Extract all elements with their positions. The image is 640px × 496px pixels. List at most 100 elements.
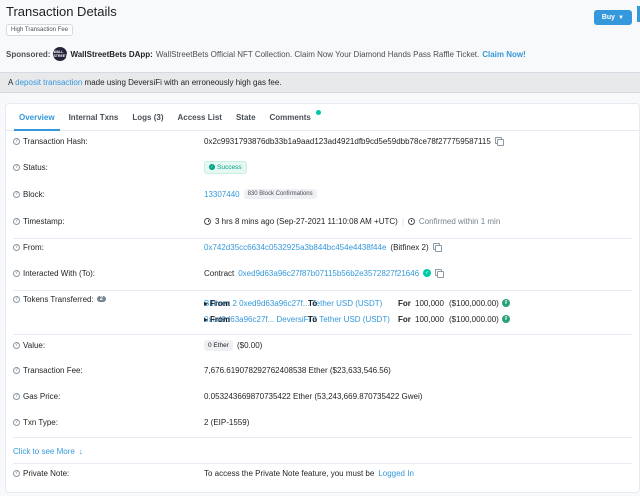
tab-logs[interactable]: Logs (3)	[125, 104, 170, 130]
help-icon[interactable]: ?	[13, 295, 20, 303]
help-icon[interactable]: ?	[13, 341, 20, 349]
sponsor-logo: WALL STREET	[53, 47, 68, 61]
divider	[13, 238, 632, 239]
from-label: From:	[23, 242, 44, 252]
help-icon[interactable]: ?	[13, 243, 20, 251]
to-word: To	[308, 299, 318, 308]
gas-value: 0.053243669870735422 Ether (53,243,669.8…	[204, 391, 423, 401]
sponsor-name: WallStreetBets DApp:	[70, 49, 153, 59]
tab-state[interactable]: State	[229, 104, 263, 130]
token-usd: ($100,000.00)	[449, 299, 499, 308]
fee-label: Transaction Fee:	[23, 365, 83, 375]
type-label: Txn Type:	[23, 417, 58, 427]
separator: |	[401, 216, 404, 226]
confirmed-within: Confirmed within 1 min	[418, 216, 501, 226]
transaction-card: Overview Internal Txns Logs (3) Access L…	[5, 103, 640, 493]
sponsor-claim-link[interactable]: Claim Now!	[482, 50, 526, 59]
help-icon[interactable]: ?	[13, 469, 20, 477]
contract-prefix: Contract	[204, 268, 235, 278]
bullet-icon: ▸	[204, 299, 209, 308]
new-comment-dot	[315, 110, 321, 115]
sponsor-text: WallStreetBets Official NFT Collection. …	[155, 49, 480, 59]
status-label: Status:	[23, 162, 48, 172]
help-icon[interactable]: ?	[13, 269, 20, 277]
arrow-down-icon: ↓	[78, 447, 83, 456]
fee-value: 7,676.619078292762408538 Ether ($23,633,…	[204, 365, 391, 375]
buy-label: Buy	[601, 14, 616, 21]
contract-address-link[interactable]: 0xed9d63a96c27f87b07115b56b2e3572827f216…	[238, 269, 419, 278]
logged-in-link[interactable]: Logged In	[378, 469, 414, 478]
block-label: Block:	[23, 189, 45, 199]
chevron-down-icon: ▼	[618, 14, 624, 21]
see-more-link[interactable]: Click to see More ↓	[13, 447, 83, 456]
status-value: Success	[217, 163, 242, 171]
help-icon[interactable]: ?	[13, 163, 20, 171]
sponsor-label: Sponsored:	[6, 49, 51, 59]
help-icon[interactable]: ?	[13, 418, 20, 426]
for-word: For	[398, 299, 411, 308]
value-label: Value:	[23, 340, 46, 350]
from-word: From	[210, 299, 230, 308]
from-address-link[interactable]: 0x742d35cc6634c0532925a3b844bc454e4438f4…	[204, 243, 386, 252]
sponsor-banner: Sponsored: WALL STREET WallStreetBets DA…	[6, 47, 526, 61]
divider	[13, 334, 632, 335]
divider	[13, 437, 632, 438]
timestamp-label: Timestamp:	[23, 216, 65, 226]
tab-internal-txns[interactable]: Internal Txns	[62, 104, 126, 130]
token-transfer-row: ▸ From Bitfinex 2 To 0xed9d63a96c27f... …	[204, 299, 510, 308]
to-label: Interacted With (To):	[23, 268, 96, 278]
tab-comments[interactable]: Comments	[263, 104, 321, 130]
hash-value: 0x2c9931793876db33b1a9aad123ad4921dfb9cd…	[204, 136, 491, 146]
status-badge: ✓ Success	[204, 160, 247, 174]
token-to-link[interactable]: 0xed9d63a96c27f...	[239, 299, 309, 308]
check-circle-icon: ✓	[209, 164, 215, 170]
tokens-label: Tokens Transferred:	[23, 294, 94, 304]
clock-icon	[204, 217, 211, 225]
tab-overview[interactable]: Overview	[12, 104, 62, 131]
notice-suffix: made using DeversiFi with an erroneously…	[84, 78, 282, 87]
help-icon[interactable]: ?	[13, 366, 20, 374]
block-confirmations-badge: 830 Block Confirmations	[243, 189, 317, 199]
notice-banner: A deposit transaction made using Deversi…	[0, 72, 640, 93]
bullet-icon: ▸	[204, 315, 209, 324]
copy-icon[interactable]	[435, 269, 445, 278]
buy-button[interactable]: Buy ▼	[593, 10, 632, 25]
help-icon[interactable]: ?	[13, 137, 20, 145]
copy-icon[interactable]	[432, 243, 442, 252]
note-prefix: To access the Private Note feature, you …	[204, 468, 375, 478]
token-name-link[interactable]: Tether USD (USDT)	[312, 299, 383, 308]
hash-label: Transaction Hash:	[23, 136, 88, 146]
deposit-transaction-link[interactable]: deposit transaction	[15, 78, 82, 87]
help-icon[interactable]: ?	[13, 392, 20, 400]
for-word: For	[398, 315, 411, 324]
tab-bar: Overview Internal Txns Logs (3) Access L…	[6, 104, 639, 131]
gas-label: Gas Price:	[23, 391, 61, 401]
token-transfer-row: ▸ From 0xed9d63a96c27f... To DeversiFi 2…	[204, 315, 510, 324]
tether-icon: ₮	[502, 299, 510, 307]
token-name-link[interactable]: Tether USD (USDT)	[319, 315, 390, 324]
divider	[13, 290, 632, 291]
block-number-link[interactable]: 13307440	[204, 190, 240, 199]
notice-prefix: A	[8, 78, 13, 87]
help-icon[interactable]: ?	[13, 217, 20, 225]
value-ether-badge: 0 Ether	[204, 339, 233, 351]
tokens-count-badge: 2	[96, 296, 107, 302]
type-value: 2 (EIP-1559)	[204, 417, 250, 427]
divider	[13, 463, 632, 464]
value-usd: ($0.00)	[236, 340, 263, 350]
page-header: Transaction Details High Transaction Fee	[6, 4, 117, 36]
note-label: Private Note:	[23, 468, 70, 478]
high-fee-badge: High Transaction Fee	[6, 24, 74, 36]
from-name: (Bitfinex 2)	[390, 242, 429, 252]
copy-icon[interactable]	[494, 137, 504, 146]
token-usd: ($100,000.00)	[449, 315, 499, 324]
help-icon[interactable]: ?	[13, 190, 20, 198]
tab-access-list[interactable]: Access List	[170, 104, 228, 130]
tab-comments-label: Comments	[269, 113, 311, 122]
verified-check-icon: ✓	[423, 269, 432, 277]
page-title: Transaction Details	[6, 4, 117, 19]
tether-icon: ₮	[502, 315, 510, 323]
from-word: From	[210, 315, 230, 324]
to-word: To	[308, 315, 318, 324]
timestamp-value: 3 hrs 8 mins ago (Sep-27-2021 11:10:08 A…	[215, 216, 398, 226]
